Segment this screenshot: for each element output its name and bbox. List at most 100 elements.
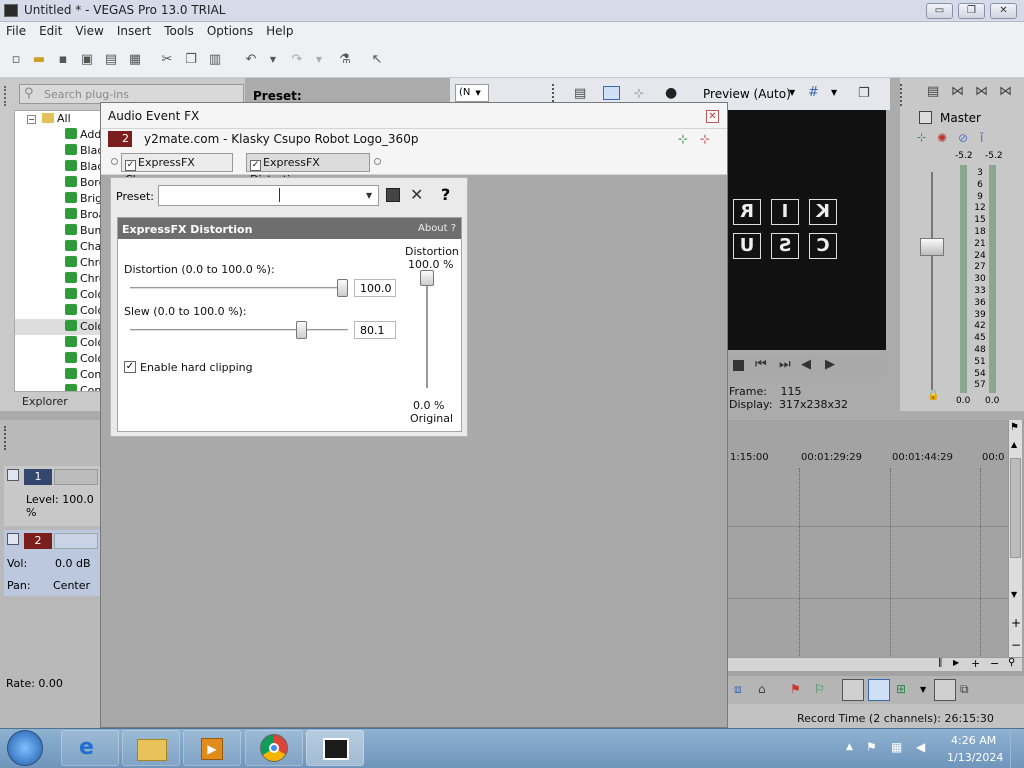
clock-time[interactable]: 4:26 AM: [951, 734, 996, 747]
timeline-horizontal-scrollbar[interactable]: ‖ ▶ + − ⚲: [728, 657, 1022, 671]
tree-item[interactable]: Blac: [15, 143, 103, 159]
taskbar-chrome[interactable]: [245, 730, 303, 766]
timeline-ruler[interactable]: 1:15:00 00:01:29:29 00:01:44:29 00:0: [728, 448, 1008, 468]
start-button[interactable]: [7, 730, 43, 766]
redo-icon[interactable]: ↷: [289, 52, 305, 68]
vertical-slider-thumb[interactable]: [420, 270, 434, 286]
auto-ripple-button[interactable]: [934, 679, 956, 701]
timeline-vertical-scrollbar[interactable]: ⚑ ▲ ▼ + −: [1008, 420, 1022, 660]
slew-slider-thumb[interactable]: [295, 321, 307, 339]
stop-icon[interactable]: [733, 360, 744, 371]
master-fader-thumb[interactable]: [920, 238, 944, 256]
tree-root[interactable]: − All: [15, 111, 103, 127]
scroll-grip-icon[interactable]: ‖: [938, 658, 943, 668]
plugin-chain-icon[interactable]: ⊹: [678, 132, 688, 146]
tree-item[interactable]: Chro: [15, 271, 103, 287]
remove-plugin-icon[interactable]: ⊹: [700, 132, 710, 146]
network-icon[interactable]: ▦: [891, 740, 902, 754]
plugin-help-button[interactable]: ?: [441, 185, 450, 204]
distortion-value-field[interactable]: 100.0: [354, 279, 396, 297]
taskbar-vegas-pro[interactable]: [306, 730, 364, 766]
preview-properties-icon[interactable]: ▤: [574, 86, 586, 101]
properties-icon[interactable]: ▦: [127, 52, 143, 68]
volume-icon[interactable]: ◀: [916, 740, 925, 754]
preset-combo[interactable]: [158, 185, 379, 206]
tree-item[interactable]: Colo: [15, 287, 103, 303]
save-as-icon[interactable]: ▣: [79, 52, 95, 68]
next-frame-icon[interactable]: ▶: [825, 357, 835, 372]
vegas-app-icon[interactable]: [4, 4, 18, 17]
previous-frame-icon[interactable]: ◀: [801, 357, 811, 372]
plugin-enable-checkbox[interactable]: ✓: [125, 160, 136, 171]
ripple-mode-icon[interactable]: ⧉: [960, 682, 969, 697]
track-minimize-icon[interactable]: [7, 469, 19, 481]
about-link[interactable]: About ?: [418, 223, 456, 234]
h-zoom-in-icon[interactable]: +: [971, 657, 980, 670]
plugin-enable-checkbox[interactable]: ✓: [250, 160, 261, 171]
audio-track-name-field[interactable]: [54, 533, 98, 549]
menu-options[interactable]: Options: [201, 22, 260, 38]
slew-value-field[interactable]: 80.1: [354, 321, 396, 339]
new-icon[interactable]: ▫: [8, 52, 24, 68]
video-track-name-field[interactable]: [54, 469, 98, 485]
video-track-level[interactable]: Level: 100.0 %: [26, 493, 100, 519]
fader-lock-icon[interactable]: 🔒: [927, 390, 939, 401]
plugin-tree[interactable]: − All Add Blac Blac Bord Brig Broa Bum Ch…: [14, 110, 104, 392]
tree-item-selected[interactable]: Colo: [15, 319, 103, 335]
panel-grip-icon[interactable]: [4, 86, 10, 106]
show-hidden-icons[interactable]: ▲: [846, 742, 853, 752]
tree-item[interactable]: Colo: [15, 351, 103, 367]
menu-file[interactable]: File: [0, 22, 33, 38]
timeline-tracks[interactable]: [728, 468, 1008, 658]
vertical-slider-track[interactable]: [426, 276, 428, 388]
tree-item[interactable]: Blac: [15, 159, 103, 175]
scroll-up-icon[interactable]: ▲: [1011, 440, 1017, 449]
plugin-button-distortion[interactable]: ✓ExpressFX Distortion: [246, 153, 370, 186]
go-to-start-icon[interactable]: ⏮: [755, 357, 767, 372]
menu-help[interactable]: Help: [260, 22, 300, 38]
slew-slider-track[interactable]: [130, 329, 348, 331]
overlays-icon[interactable]: ●: [665, 85, 677, 101]
video-track-header[interactable]: 1 Level: 100.0 %: [4, 466, 100, 526]
menu-insert[interactable]: Insert: [111, 22, 158, 38]
mixer-properties-icon[interactable]: ▤: [927, 84, 939, 99]
zoom-tool-icon[interactable]: ⚲: [1008, 657, 1015, 668]
open-folder-icon[interactable]: ▬: [31, 52, 47, 68]
delete-preset-icon[interactable]: ✕: [410, 185, 423, 204]
master-solo-icon[interactable]: ǐ: [980, 131, 983, 145]
distortion-slider-track[interactable]: [130, 287, 348, 289]
show-desktop-button[interactable]: [1010, 729, 1024, 768]
whats-this-help-icon[interactable]: ↖: [369, 52, 385, 68]
menu-tools[interactable]: Tools: [158, 22, 201, 38]
taskbar-internet-explorer[interactable]: e: [61, 730, 119, 766]
tree-item[interactable]: Add: [15, 127, 103, 143]
maximize-button[interactable]: ❐: [958, 3, 985, 19]
volume-value[interactable]: 0.0 dB: [55, 557, 91, 570]
menu-view[interactable]: View: [69, 22, 110, 38]
tools-icon[interactable]: ⚗: [337, 52, 353, 68]
taskbar-media-player[interactable]: ▶: [183, 730, 241, 766]
tree-item[interactable]: Colo: [15, 303, 103, 319]
preview-mode-dropdown-icon[interactable]: ▼: [789, 88, 795, 97]
snap-icon[interactable]: ⧈: [734, 682, 742, 697]
zoom-out-icon[interactable]: −: [1011, 638, 1021, 652]
scroll-right-icon[interactable]: ▶: [953, 658, 959, 667]
scroll-thumb[interactable]: [1010, 458, 1021, 558]
tree-item[interactable]: Cha: [15, 239, 103, 255]
preview-quality-combo[interactable]: (N ▼: [455, 84, 489, 102]
track-minimize-icon[interactable]: [7, 533, 19, 545]
master-fx-icon[interactable]: ✺: [937, 131, 947, 145]
tab-explorer[interactable]: Explorer: [12, 393, 102, 411]
selection-tool-icon[interactable]: ⊞: [896, 682, 906, 696]
dialog-close-button[interactable]: ✕: [706, 110, 719, 123]
save-icon[interactable]: ▪: [55, 52, 71, 68]
distortion-slider-thumb[interactable]: [337, 279, 348, 297]
split-screen-icon[interactable]: ⊹: [634, 86, 644, 100]
plugin-search-input[interactable]: Search plug-ins: [19, 84, 244, 104]
zoom-in-icon[interactable]: +: [1011, 616, 1021, 630]
tool-dropdown-icon[interactable]: ▼: [920, 685, 926, 694]
tree-item[interactable]: Chro: [15, 255, 103, 271]
close-button[interactable]: ✕: [990, 3, 1017, 19]
tree-item[interactable]: Con: [15, 383, 103, 391]
master-mute-icon[interactable]: ⊘: [958, 131, 968, 145]
